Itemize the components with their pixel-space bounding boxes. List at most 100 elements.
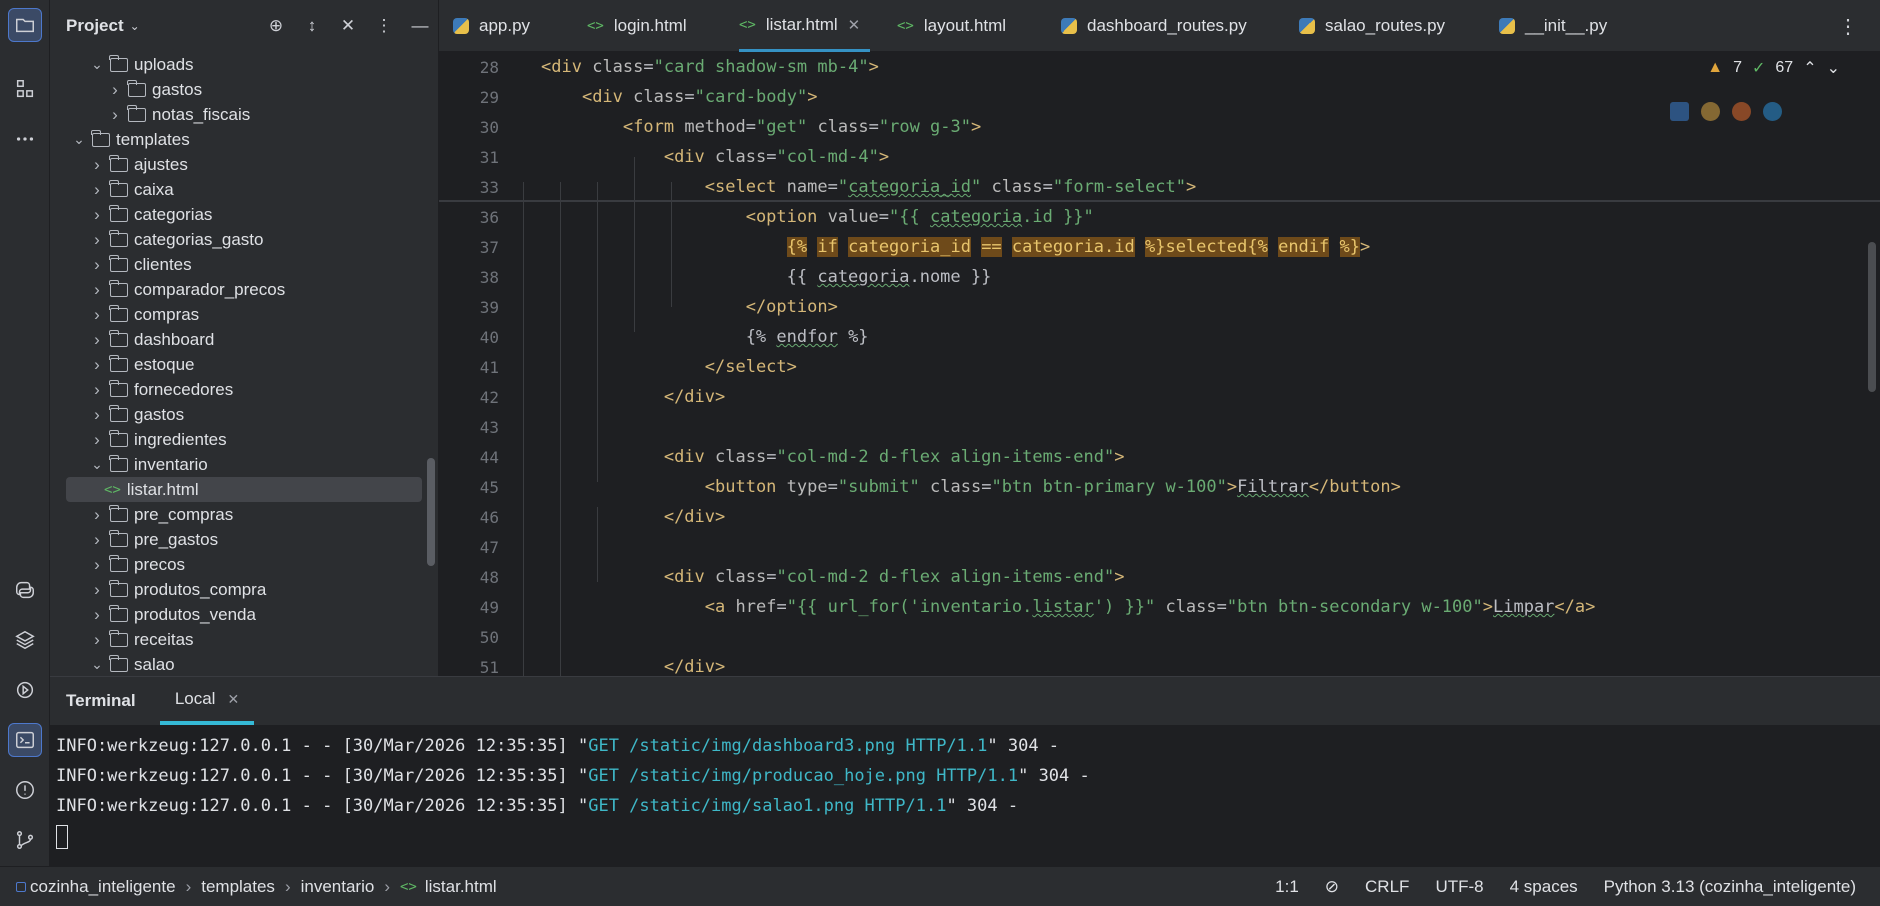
tree-folder[interactable]: ⌄ salao (50, 652, 424, 676)
inspections-widget[interactable]: ▲ 7 ✓ 67 ⌃ ⌄ (1707, 58, 1840, 78)
tree-folder[interactable]: › dashboard (50, 327, 424, 352)
chrome-icon[interactable] (1701, 102, 1720, 121)
edge-icon[interactable] (1763, 102, 1782, 121)
chevron-right-icon[interactable]: › (90, 605, 104, 625)
chevron-right-icon[interactable]: › (90, 405, 104, 425)
terminal-tool-icon[interactable] (8, 723, 42, 757)
chevron-right-icon[interactable]: › (90, 330, 104, 350)
tree-folder[interactable]: ⌄ templates (50, 127, 424, 152)
editor-tab[interactable]: <> listar.html ✕ (739, 0, 871, 52)
chevron-right-icon[interactable]: › (90, 180, 104, 200)
line-separator[interactable]: CRLF (1365, 877, 1409, 897)
close-icon[interactable]: ✕ (227, 691, 239, 708)
tree-folder[interactable]: › fornecedores (50, 377, 424, 402)
project-actions: ⊕ ↕ ✕ ⋮ — (258, 0, 438, 52)
tree-folder[interactable]: › comparador_precos (50, 277, 424, 302)
tree-file[interactable]: <> listar.html (66, 477, 422, 502)
tree-folder[interactable]: › receitas (50, 627, 424, 652)
breadcrumb-item[interactable]: listar.html (425, 877, 497, 897)
tree-scrollbar[interactable] (427, 458, 435, 566)
chevron-right-icon[interactable]: › (90, 555, 104, 575)
tree-folder[interactable]: › gastos (50, 77, 424, 102)
file-encoding[interactable]: UTF-8 (1435, 877, 1483, 897)
chevron-right-icon[interactable]: › (90, 430, 104, 450)
editor-tab[interactable]: app.py (453, 0, 530, 52)
cursor-position[interactable]: 1:1 (1275, 877, 1299, 897)
tree-folder[interactable]: › clientes (50, 252, 424, 277)
locate-icon[interactable]: ⊕ (258, 16, 294, 36)
tree-folder[interactable]: › produtos_compra (50, 577, 424, 602)
tree-folder[interactable]: › gastos (50, 402, 424, 427)
chevron-right-icon[interactable]: › (90, 205, 104, 225)
python-console-icon[interactable] (8, 573, 42, 607)
tree-folder[interactable]: ⌄ uploads (50, 52, 424, 77)
structure-tool-icon[interactable] (8, 72, 42, 106)
project-tool-icon[interactable] (8, 8, 42, 42)
terminal-output[interactable]: INFO:werkzeug:127.0.0.1 - - [30/Mar/2026… (50, 725, 1880, 855)
chevron-right-icon[interactable]: › (90, 155, 104, 175)
tree-folder[interactable]: › ajustes (50, 152, 424, 177)
terminal-cursor[interactable] (56, 825, 68, 849)
editor-tab[interactable]: __init__.py (1499, 0, 1607, 52)
editor-tab[interactable]: salao_routes.py (1299, 0, 1445, 52)
chevron-down-icon[interactable]: ⌄ (130, 19, 140, 33)
collapse-all-icon[interactable]: ✕ (330, 16, 366, 36)
chevron-right-icon[interactable]: › (90, 630, 104, 650)
services-icon[interactable] (8, 673, 42, 707)
hide-icon[interactable]: — (402, 16, 438, 36)
tree-folder[interactable]: ⌄ inventario (50, 452, 424, 477)
no-highlighting-icon[interactable]: ⊘ (1325, 877, 1339, 897)
editor-tab[interactable]: <> login.html (587, 0, 687, 52)
chevron-right-icon[interactable]: › (90, 505, 104, 525)
tree-folder[interactable]: › caixa (50, 177, 424, 202)
chevron-down-icon[interactable]: ⌄ (1827, 58, 1840, 78)
firefox-icon[interactable] (1732, 102, 1751, 121)
chevron-down-icon[interactable]: ⌄ (90, 56, 104, 73)
tree-folder[interactable]: › categorias (50, 202, 424, 227)
code-editor[interactable]: 28 <div class="card shadow-sm mb-4"> 29 <… (439, 52, 1880, 676)
tree-folder[interactable]: › notas_fiscais (50, 102, 424, 127)
python-interpreter[interactable]: Python 3.13 (cozinha_inteligente) (1604, 877, 1856, 897)
editor-scrollbar[interactable] (1868, 242, 1876, 392)
close-icon[interactable]: ✕ (848, 16, 861, 34)
chevron-down-icon[interactable]: ⌄ (90, 656, 104, 673)
chevron-up-icon[interactable]: ⌃ (1803, 58, 1816, 78)
chevron-right-icon[interactable]: › (90, 280, 104, 300)
chevron-right-icon[interactable]: › (108, 80, 122, 100)
chevron-right-icon[interactable]: › (90, 255, 104, 275)
git-icon[interactable] (8, 823, 42, 857)
problems-icon[interactable] (8, 773, 42, 807)
editor-tab[interactable]: <> layout.html (897, 0, 1006, 52)
breadcrumb-item[interactable]: inventario (301, 877, 375, 897)
chevron-right-icon[interactable]: › (90, 230, 104, 250)
tree-folder[interactable]: › pre_compras (50, 502, 424, 527)
indent-setting[interactable]: 4 spaces (1510, 877, 1578, 897)
python-file-icon (1299, 18, 1315, 34)
tab-options-icon[interactable]: ⋮ (1838, 14, 1858, 39)
chevron-right-icon[interactable]: › (90, 355, 104, 375)
breadcrumb-item[interactable]: templates (201, 877, 275, 897)
editor-tab[interactable]: dashboard_routes.py (1061, 0, 1247, 52)
terminal-tab-local[interactable]: Local ✕ (160, 677, 254, 725)
expand-all-icon[interactable]: ↕ (294, 16, 330, 36)
chevron-down-icon[interactable]: ⌄ (72, 131, 86, 148)
tree-folder[interactable]: › compras (50, 302, 424, 327)
chevron-right-icon[interactable]: › (90, 380, 104, 400)
chevron-right-icon[interactable]: › (90, 580, 104, 600)
tree-folder[interactable]: › pre_gastos (50, 527, 424, 552)
project-title[interactable]: Project (66, 16, 124, 36)
tree-folder[interactable]: › precos (50, 552, 424, 577)
python-packages-icon[interactable] (8, 623, 42, 657)
chevron-right-icon[interactable]: › (90, 305, 104, 325)
breadcrumb-item[interactable]: cozinha_inteligente (30, 877, 176, 897)
builtin-preview-icon[interactable] (1670, 102, 1689, 121)
tree-folder[interactable]: › categorias_gasto (50, 227, 424, 252)
tree-folder[interactable]: › produtos_venda (50, 602, 424, 627)
tree-folder[interactable]: › ingredientes (50, 427, 424, 452)
options-icon[interactable]: ⋮ (366, 16, 402, 36)
chevron-right-icon[interactable]: › (108, 105, 122, 125)
more-tools-icon[interactable] (8, 122, 42, 156)
tree-folder[interactable]: › estoque (50, 352, 424, 377)
chevron-right-icon[interactable]: › (90, 530, 104, 550)
chevron-down-icon[interactable]: ⌄ (90, 456, 104, 473)
